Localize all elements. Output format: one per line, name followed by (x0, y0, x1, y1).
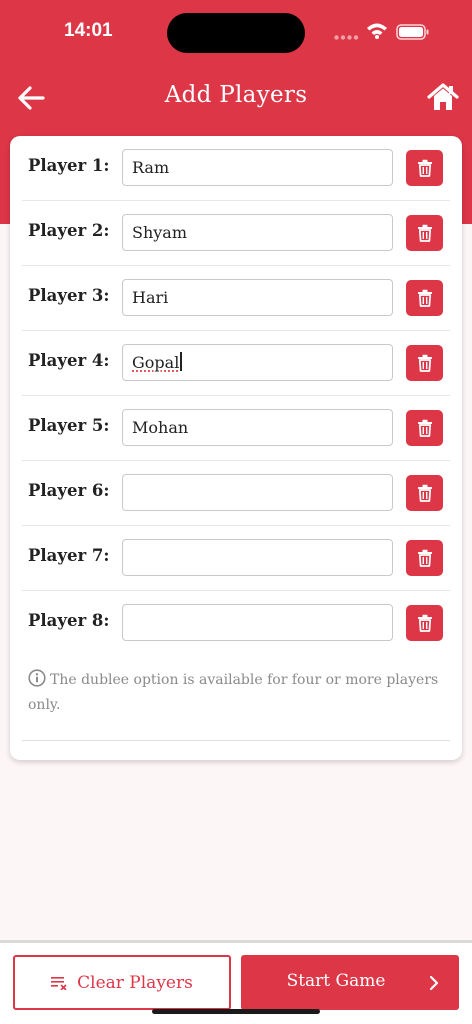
trash-icon (417, 484, 432, 502)
info-note: The dublee option is available for four … (28, 668, 444, 718)
delete-player-button[interactable] (406, 150, 443, 186)
player-name-text: Gopal (132, 353, 180, 372)
delete-player-button[interactable] (406, 410, 443, 446)
player-row: Player 2: Shyam (22, 201, 450, 266)
players-card: Player 1: Ram Player 2: Shyam Player 3: … (10, 136, 462, 760)
trash-icon (417, 614, 432, 632)
home-indicator (152, 1009, 320, 1014)
delete-player-button[interactable] (406, 280, 443, 316)
info-icon (28, 669, 46, 687)
start-game-label: Start Game (286, 971, 386, 991)
player-label: Player 6: (28, 481, 110, 500)
status-time: 14:01 (64, 20, 113, 41)
page-title: Add Players (164, 82, 308, 108)
nav-bar: Add Players (0, 72, 472, 124)
trash-icon (417, 419, 432, 437)
player-label: Player 2: (28, 221, 110, 240)
delete-player-button[interactable] (406, 605, 443, 641)
status-bar: 14:01 (0, 0, 472, 64)
player-label: Player 7: (28, 546, 110, 565)
wifi-icon (367, 23, 387, 39)
player-name-input[interactable] (122, 539, 393, 576)
player-name-input[interactable]: Mohan (122, 409, 393, 446)
player-name-input[interactable] (122, 474, 393, 511)
chevron-right-icon (429, 975, 439, 991)
clear-list-icon (51, 976, 67, 990)
home-icon (427, 83, 459, 110)
player-row: Player 6: (22, 461, 450, 526)
cellular-signal-icon (334, 35, 359, 40)
player-row: Player 3: Hari (22, 266, 450, 331)
home-button[interactable] (426, 82, 460, 114)
delete-player-button[interactable] (406, 540, 443, 576)
trash-icon (417, 354, 432, 372)
delete-player-button[interactable] (406, 475, 443, 511)
trash-icon (417, 289, 432, 307)
text-cursor (180, 352, 182, 371)
player-label: Player 8: (28, 611, 110, 630)
player-name-input[interactable]: Ram (122, 149, 393, 186)
player-label: Player 1: (28, 156, 110, 175)
info-note-text: The dublee option is available for four … (28, 672, 439, 713)
player-row: Player 4: Gopal (22, 331, 450, 396)
player-name-input[interactable]: Hari (122, 279, 393, 316)
player-label: Player 3: (28, 286, 110, 305)
delete-player-button[interactable] (406, 215, 443, 251)
dynamic-island (167, 13, 305, 53)
trash-icon (417, 549, 432, 567)
player-row: Player 8: (22, 591, 450, 656)
player-row: Player 1: Ram (22, 136, 450, 201)
trash-icon (417, 159, 432, 177)
player-name-input[interactable] (122, 604, 393, 641)
delete-player-button[interactable] (406, 345, 443, 381)
player-label: Player 4: (28, 351, 110, 370)
divider (22, 740, 450, 741)
clear-players-label: Clear Players (77, 972, 193, 993)
trash-icon (417, 224, 432, 242)
player-name-input[interactable]: Shyam (122, 214, 393, 251)
player-row: Player 7: (22, 526, 450, 591)
clear-players-button[interactable]: Clear Players (13, 955, 231, 1010)
player-name-input[interactable]: Gopal (122, 344, 393, 381)
start-game-button[interactable]: Start Game (241, 955, 459, 1010)
player-row: Player 5: Mohan (22, 396, 450, 461)
player-label: Player 5: (28, 416, 110, 435)
battery-icon (396, 24, 429, 40)
